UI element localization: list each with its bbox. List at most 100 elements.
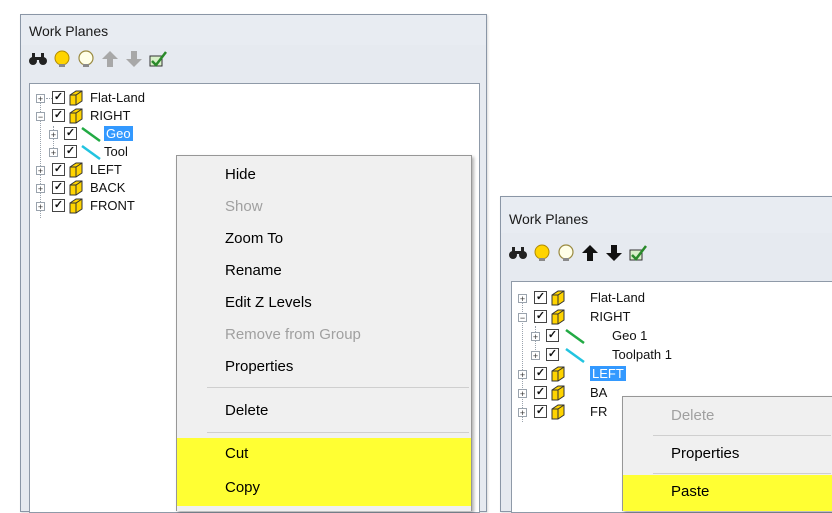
find-icon[interactable] — [27, 47, 49, 71]
menu-item-cut[interactable]: Cut — [177, 438, 471, 470]
expand-icon[interactable]: + — [36, 202, 45, 212]
menu-item-properties[interactable]: Properties — [177, 352, 471, 382]
menu-item-copy[interactable]: Copy — [177, 470, 471, 506]
context-menu-secondary: Delete Properties Paste — [622, 396, 832, 511]
tree-item-flat-land[interactable]: + ✓ Flat-Land — [30, 89, 230, 107]
menu-item-hide[interactable]: Hide — [177, 160, 471, 190]
visibility-checkbox[interactable]: ✓ — [52, 91, 65, 104]
geometry-icon — [565, 328, 585, 344]
panel-title-bar: Work Planes — [21, 15, 486, 45]
visibility-checkbox[interactable]: ✓ — [546, 329, 559, 342]
visibility-checkbox[interactable]: ✓ — [64, 145, 77, 158]
plane-icon — [69, 198, 83, 214]
toolpath-icon — [565, 347, 585, 363]
menu-item-label: Copy — [225, 479, 261, 496]
menu-item-label: Rename — [225, 262, 282, 279]
bulb-on-icon[interactable] — [51, 47, 73, 71]
tree-item-label: FR — [590, 404, 608, 419]
expand-icon[interactable]: + — [518, 294, 527, 304]
visibility-checkbox[interactable]: ✓ — [534, 386, 547, 399]
panel-title: Work Planes — [29, 23, 109, 39]
visibility-checkbox[interactable]: ✓ — [52, 109, 65, 122]
bulb-off-icon[interactable] — [555, 241, 577, 265]
menu-separator — [653, 435, 831, 436]
menu-item-zoom-to[interactable]: Zoom To — [177, 224, 471, 254]
menu-item-paste[interactable]: Paste — [623, 475, 832, 511]
menu-item-show: Show — [177, 192, 471, 222]
menu-item-label: Show — [225, 198, 263, 215]
tree-item-flat-land[interactable]: + ✓ Flat-Land — [512, 289, 732, 307]
expand-icon[interactable]: + — [518, 408, 527, 418]
tree-item-label: BA — [590, 385, 608, 400]
edit-check-icon[interactable] — [147, 47, 169, 71]
menu-item-label: Cut — [225, 445, 249, 462]
tree-item-label: Flat-Land — [590, 290, 645, 305]
collapse-icon[interactable]: − — [518, 313, 527, 323]
visibility-checkbox[interactable]: ✓ — [64, 127, 77, 140]
tree-item-label: Toolpath 1 — [612, 347, 672, 362]
plane-icon — [551, 366, 565, 382]
menu-separator — [207, 387, 469, 388]
plane-icon — [69, 108, 83, 124]
menu-item-edit-z-levels[interactable]: Edit Z Levels — [177, 288, 471, 318]
collapse-icon[interactable]: − — [36, 112, 45, 122]
find-icon[interactable] — [507, 241, 529, 265]
menu-item-label: Delete — [225, 402, 269, 419]
menu-item-label: Hide — [225, 166, 256, 183]
visibility-checkbox[interactable]: ✓ — [52, 163, 65, 176]
tree-item-label: Geo 1 — [612, 328, 648, 343]
toolpath-icon — [81, 144, 101, 160]
visibility-checkbox[interactable]: ✓ — [534, 367, 547, 380]
expand-icon[interactable]: + — [49, 130, 58, 140]
menu-item-label: Zoom To — [225, 230, 284, 247]
menu-item-label: Paste — [671, 483, 710, 500]
panel-title: Work Planes — [509, 211, 589, 227]
arrow-down-icon[interactable] — [123, 47, 145, 71]
expand-icon[interactable]: + — [518, 389, 527, 399]
menu-item-label: Properties — [671, 445, 740, 462]
expand-icon[interactable]: + — [36, 166, 45, 176]
plane-icon — [69, 90, 83, 106]
menu-separator — [653, 473, 831, 474]
expand-icon[interactable]: + — [531, 351, 540, 361]
menu-item-delete[interactable]: Delete — [177, 396, 471, 426]
tree-item-right[interactable]: − ✓ RIGHT — [512, 308, 732, 326]
visibility-checkbox[interactable]: ✓ — [52, 199, 65, 212]
menu-separator — [207, 432, 469, 433]
menu-item-label: Delete — [671, 407, 715, 424]
visibility-checkbox[interactable]: ✓ — [534, 291, 547, 304]
visibility-checkbox[interactable]: ✓ — [52, 181, 65, 194]
visibility-checkbox[interactable]: ✓ — [534, 405, 547, 418]
expand-icon[interactable]: + — [36, 184, 45, 194]
visibility-checkbox[interactable]: ✓ — [534, 310, 547, 323]
plane-icon — [551, 385, 565, 401]
tree-item-geo-1[interactable]: + ✓ Geo 1 — [512, 327, 732, 345]
menu-item-remove-from-group: Remove from Group — [177, 320, 471, 350]
expand-icon[interactable]: + — [36, 94, 45, 104]
geometry-icon — [81, 126, 101, 142]
menu-item-label: Properties — [225, 358, 294, 375]
arrow-up-icon[interactable] — [99, 47, 121, 71]
expand-icon[interactable]: + — [49, 148, 58, 158]
bulb-on-icon[interactable] — [531, 241, 553, 265]
edit-check-icon[interactable] — [627, 241, 649, 265]
tree-item-label: RIGHT — [90, 108, 131, 123]
menu-item-label: Edit Z Levels — [225, 294, 312, 311]
tree-item-toolpath-1[interactable]: + ✓ Toolpath 1 — [512, 346, 732, 364]
menu-item-rename[interactable]: Rename — [177, 256, 471, 286]
tree-item-left[interactable]: + ✓ LEFT — [512, 365, 732, 383]
tree-item-label: Tool — [104, 144, 128, 159]
bulb-off-icon[interactable] — [75, 47, 97, 71]
arrow-up-icon[interactable] — [579, 241, 601, 265]
tree-item-label: BACK — [90, 180, 126, 195]
expand-icon[interactable]: + — [518, 370, 527, 380]
expand-icon[interactable]: + — [531, 332, 540, 342]
menu-item-delete: Delete — [623, 401, 832, 431]
tree-item-right[interactable]: − ✓ RIGHT — [30, 107, 230, 125]
tree-item-label: Geo — [104, 126, 133, 141]
plane-icon — [551, 404, 565, 420]
tree-item-geo[interactable]: + ✓ Geo — [30, 125, 230, 143]
menu-item-properties[interactable]: Properties — [623, 439, 832, 469]
visibility-checkbox[interactable]: ✓ — [546, 348, 559, 361]
arrow-down-icon[interactable] — [603, 241, 625, 265]
